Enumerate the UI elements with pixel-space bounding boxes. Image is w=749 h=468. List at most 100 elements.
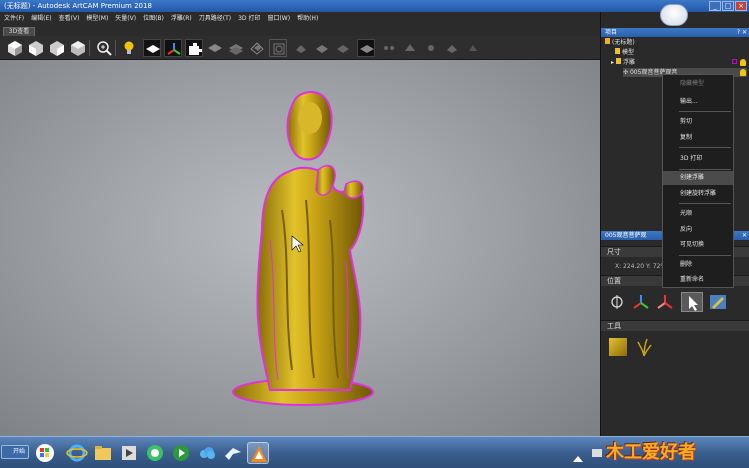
rotate-icon[interactable] xyxy=(607,293,627,311)
cloud-icon[interactable] xyxy=(196,442,218,464)
ctx-smooth[interactable]: 光顺 xyxy=(663,207,733,221)
panel-buttons[interactable]: ? ✕ xyxy=(737,28,747,37)
ctx-invert[interactable]: 反向 xyxy=(663,223,733,237)
box-icon[interactable] xyxy=(313,39,331,57)
menu-help[interactable]: 帮助(H) xyxy=(297,12,318,26)
ctx-cut[interactable]: 剪切 xyxy=(663,115,733,129)
relief-icon[interactable] xyxy=(292,39,310,57)
bird-icon[interactable] xyxy=(222,442,244,464)
checkbox-icon[interactable] xyxy=(732,59,737,64)
ctx-separator xyxy=(679,255,731,256)
menu-bar: 文件(F) 编辑(E) 查看(V) 模型(M) 矢量(V) 位图(B) 浮雕(R… xyxy=(0,12,600,26)
zoom-icon[interactable] xyxy=(95,39,113,57)
ctx-hide-model[interactable]: 隐藏模型 xyxy=(663,77,733,91)
view-toolbar xyxy=(0,36,600,60)
folder-icon[interactable] xyxy=(92,442,114,464)
relief-icon: ✣ xyxy=(623,69,629,76)
ctx-delete[interactable]: 删除 xyxy=(663,258,733,272)
tool-c-icon[interactable] xyxy=(422,39,440,57)
coords-readout: X: 224.20 Y: 72% xyxy=(615,263,667,270)
start-button[interactable]: 开始 xyxy=(1,445,29,459)
view-left-icon[interactable] xyxy=(48,39,66,57)
flat-plane-icon[interactable] xyxy=(143,39,161,57)
sculpt-tool-icon[interactable] xyxy=(635,336,653,358)
menu-model[interactable]: 模型(M) xyxy=(86,12,108,26)
ctx-export[interactable]: 输出... xyxy=(663,95,733,109)
ie-icon[interactable] xyxy=(66,442,88,464)
axes-icon[interactable] xyxy=(164,39,182,57)
statue-model[interactable] xyxy=(0,60,600,436)
ctx-create-spin-relief[interactable]: 创建旋转浮雕 xyxy=(663,187,733,201)
view-front-icon[interactable] xyxy=(27,39,45,57)
ctx-3d-print[interactable]: 3D 打印 xyxy=(663,152,733,166)
settings-icon[interactable] xyxy=(334,39,352,57)
tray-icon-2[interactable] xyxy=(590,445,604,459)
menu-view[interactable]: 查看(V) xyxy=(59,12,80,26)
tool-d-icon[interactable] xyxy=(443,39,461,57)
project-root-icon xyxy=(605,38,610,44)
ctx-separator xyxy=(679,111,731,112)
media-play-icon[interactable] xyxy=(170,442,192,464)
minimize-icon[interactable]: _ xyxy=(709,1,721,11)
maximize-icon[interactable]: □ xyxy=(722,1,734,11)
menu-file[interactable]: 文件(F) xyxy=(4,12,24,26)
menu-relief[interactable]: 浮雕(R) xyxy=(171,12,192,26)
ctx-copy[interactable]: 复制 xyxy=(663,131,733,145)
view-right-icon[interactable] xyxy=(69,39,87,57)
layers-icon[interactable] xyxy=(248,39,266,57)
tool-e-icon[interactable] xyxy=(464,39,482,57)
menu-toolpaths[interactable]: 刀具路径(T) xyxy=(199,12,231,26)
menu-vector[interactable]: 矢量(V) xyxy=(115,12,136,26)
tray-icon[interactable] xyxy=(572,449,584,462)
tree-reliefs-label: 浮雕 xyxy=(622,59,635,66)
transform-icon[interactable] xyxy=(707,292,729,312)
close-icon[interactable]: × xyxy=(735,1,747,11)
puzzle-icon[interactable] xyxy=(185,39,203,57)
3d-viewport[interactable] xyxy=(0,60,600,436)
visibility-bulb-icon-2[interactable] xyxy=(740,69,746,76)
axes-rotate-icon[interactable] xyxy=(655,293,675,311)
windows-logo-icon[interactable] xyxy=(34,442,56,464)
visibility-bulb-icon[interactable] xyxy=(740,59,746,66)
wire-icon[interactable] xyxy=(227,39,245,57)
tool-b-icon[interactable] xyxy=(401,39,419,57)
watermark-logo: 木工爱好者 xyxy=(606,442,696,463)
ctx-rename[interactable]: 重新命名 xyxy=(663,273,733,287)
window-title: (无标题) - Autodesk ArtCAM Premium 2018 xyxy=(4,2,152,10)
tree-root[interactable]: (无标题) xyxy=(605,38,635,47)
tree-model[interactable]: 模型 xyxy=(615,48,634,57)
start-label: 开始 xyxy=(13,448,26,455)
folder-icon xyxy=(615,58,621,64)
light-bulb-icon[interactable] xyxy=(120,39,138,57)
ctx-toggle-visible[interactable]: 可见切换 xyxy=(663,238,733,252)
view-plane-icon[interactable] xyxy=(357,39,375,57)
select-arrow-icon[interactable] xyxy=(681,292,703,312)
view-iso-icon[interactable] xyxy=(6,39,24,57)
shaded-icon[interactable] xyxy=(206,39,224,57)
tree-reliefs[interactable]: ▸ 浮雕 xyxy=(611,58,635,67)
context-menu: 隐藏模型 输出... 剪切 复制 3D 打印 创建浮雕 创建旋转浮雕 光顺 反向… xyxy=(662,74,734,288)
tab-strip: 3D查看 xyxy=(0,26,600,36)
tab-3d-view[interactable]: 3D查看 xyxy=(3,27,35,36)
tools-section[interactable]: 工具 xyxy=(601,320,749,331)
menu-window[interactable]: 窗口(W) xyxy=(267,12,290,26)
properties-buttons[interactable]: ✕ xyxy=(742,231,747,240)
menu-3d-print[interactable]: 3D 打印 xyxy=(238,12,260,26)
expand-icon[interactable]: ▸ xyxy=(611,59,614,66)
menu-edit[interactable]: 编辑(E) xyxy=(31,12,51,26)
media-icon[interactable] xyxy=(118,442,140,464)
tree-root-label: (无标题) xyxy=(612,39,635,46)
grid-icon[interactable] xyxy=(269,39,287,57)
ctx-separator xyxy=(679,147,731,148)
axes-move-icon[interactable] xyxy=(631,293,651,311)
app-logo xyxy=(660,4,688,26)
artcam-icon[interactable] xyxy=(247,442,269,464)
tool-a-icon[interactable] xyxy=(380,39,398,57)
project-panel-header: 项目 ? ✕ xyxy=(601,28,749,37)
ctx-create-relief[interactable]: 创建浮雕 xyxy=(663,171,733,185)
app-window: (无标题) - Autodesk ArtCAM Premium 2018 _ □… xyxy=(0,0,749,468)
texture-tool-icon[interactable] xyxy=(609,338,627,356)
model-icon xyxy=(615,48,620,54)
menu-bitmap[interactable]: 位图(B) xyxy=(143,12,164,26)
ie2-icon[interactable] xyxy=(144,442,166,464)
